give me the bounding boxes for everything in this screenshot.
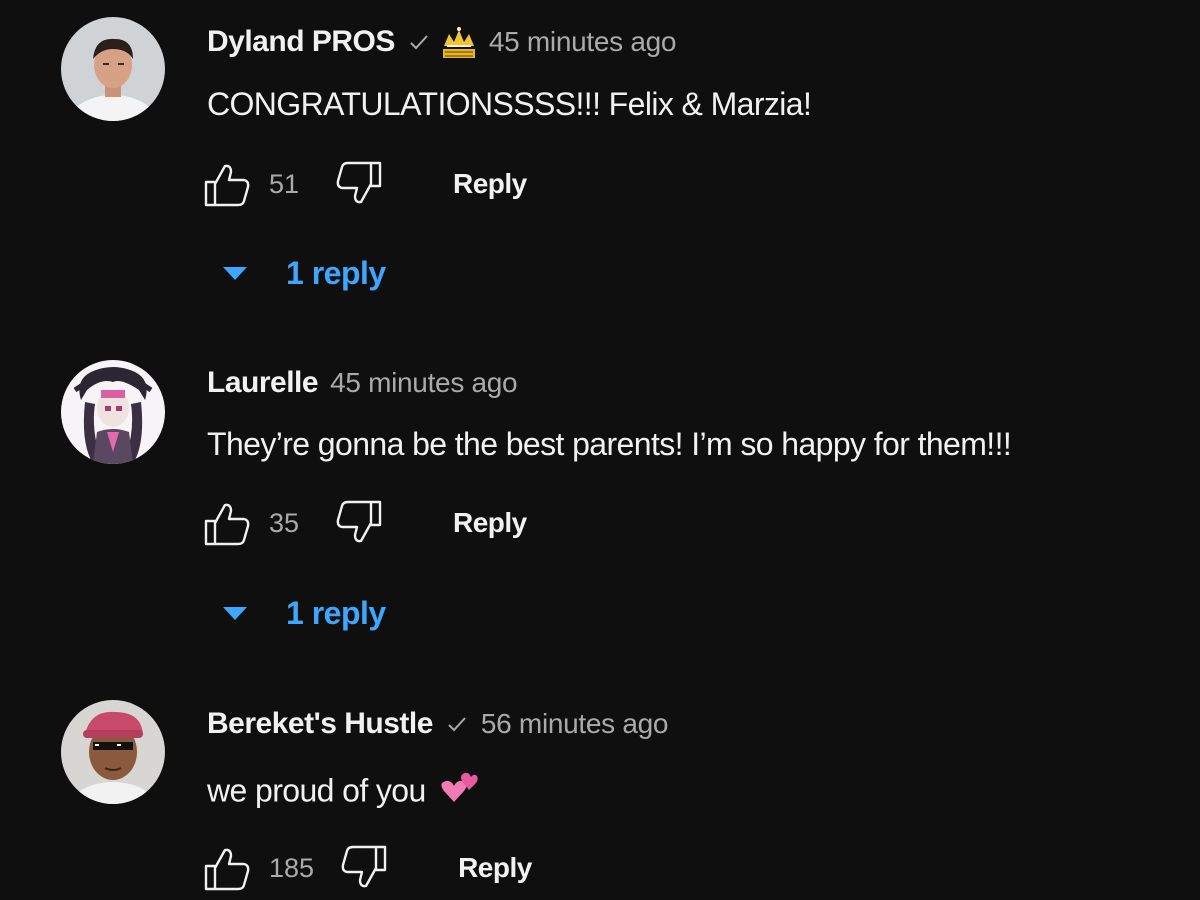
reply-button[interactable]: Reply bbox=[453, 507, 527, 539]
author-name[interactable]: Bereket's Hustle bbox=[207, 707, 433, 741]
caret-down-icon bbox=[220, 263, 250, 283]
thumbs-up-icon[interactable] bbox=[203, 499, 251, 547]
thumbs-down-icon[interactable] bbox=[335, 499, 383, 547]
thumbs-down-icon[interactable] bbox=[335, 160, 383, 208]
reply-button[interactable]: Reply bbox=[453, 168, 527, 200]
like-count: 51 bbox=[269, 168, 300, 199]
reply-button[interactable]: Reply bbox=[458, 852, 532, 884]
comment-text: They’re gonna be the best parents! I’m s… bbox=[207, 426, 1012, 462]
checkmark-icon bbox=[445, 712, 469, 736]
comment-header: Laurelle 45 minutes ago bbox=[207, 363, 518, 403]
view-replies-button[interactable]: 1 reply bbox=[220, 253, 386, 293]
comment-text: CONGRATULATIONSSSS!!! Felix & Marzia! bbox=[207, 86, 812, 122]
replies-count-label: 1 reply bbox=[286, 594, 386, 631]
comment-timestamp[interactable]: 45 minutes ago bbox=[330, 367, 518, 399]
two-hearts-emoji bbox=[438, 769, 478, 817]
like-count: 35 bbox=[269, 507, 300, 538]
author-name[interactable]: Dyland PROS bbox=[207, 25, 395, 59]
like-count: 185 bbox=[269, 852, 315, 883]
comment-actions: 51 Reply bbox=[203, 160, 527, 208]
caret-down-icon bbox=[220, 603, 250, 623]
comment-text: we proud of you bbox=[207, 769, 478, 817]
avatar[interactable] bbox=[61, 700, 165, 804]
crown-badge-icon bbox=[441, 24, 477, 60]
comment-actions: 35 Reply bbox=[203, 499, 527, 547]
replies-count-label: 1 reply bbox=[286, 254, 386, 291]
comment-header: Dyland PROS 45 minutes ago bbox=[207, 22, 676, 62]
comment-timestamp[interactable]: 45 minutes ago bbox=[489, 26, 677, 58]
author-name[interactable]: Laurelle bbox=[207, 366, 319, 400]
thumbs-down-icon[interactable] bbox=[340, 844, 388, 892]
comment-text-body: we proud of you bbox=[207, 772, 426, 809]
thumbs-up-icon[interactable] bbox=[203, 844, 251, 892]
two-hearts-icon bbox=[441, 772, 478, 802]
avatar[interactable] bbox=[61, 360, 165, 464]
avatar[interactable] bbox=[61, 17, 165, 121]
comment-header: Bereket's Hustle 56 minutes ago bbox=[207, 704, 668, 744]
thumbs-up-icon[interactable] bbox=[203, 160, 251, 208]
comment-timestamp[interactable]: 56 minutes ago bbox=[481, 708, 669, 740]
view-replies-button[interactable]: 1 reply bbox=[220, 593, 386, 633]
checkmark-icon bbox=[407, 30, 431, 54]
comment-actions: 185 Reply bbox=[203, 844, 532, 892]
